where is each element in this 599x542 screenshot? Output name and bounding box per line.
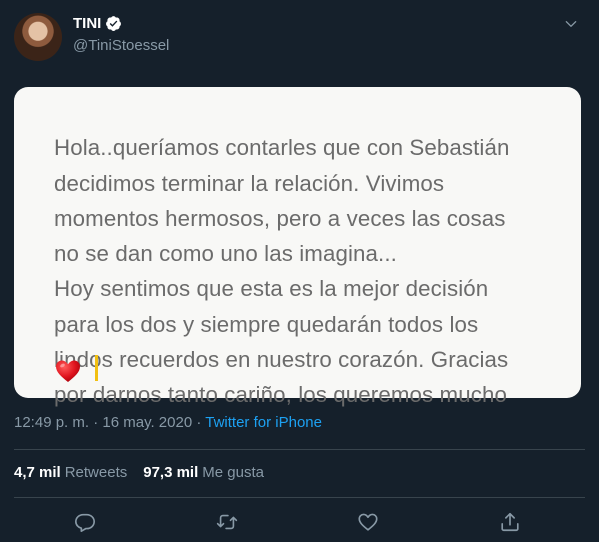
text-cursor: [95, 355, 98, 381]
verified-badge-icon: [106, 16, 122, 31]
divider: [14, 449, 585, 450]
like-icon[interactable]: [357, 511, 379, 533]
caret-down-icon[interactable]: [563, 16, 579, 32]
likes-stat[interactable]: 97,3 mil Me gusta: [143, 464, 264, 481]
avatar[interactable]: [14, 13, 62, 61]
likes-count: 97,3 mil: [143, 464, 199, 481]
divider: [14, 497, 585, 498]
image-text: Hola..queríamos contarles que con Sebast…: [54, 135, 510, 408]
retweets-count: 4,7 mil: [14, 464, 61, 481]
heart-emoji: [56, 360, 80, 382]
meta-separator: ·: [93, 414, 99, 431]
likes-label: Me gusta: [202, 464, 264, 481]
tweet-source[interactable]: Twitter for iPhone: [205, 414, 322, 431]
retweets-stat[interactable]: 4,7 mil Retweets: [14, 464, 127, 481]
retweets-label: Retweets: [64, 464, 128, 481]
author-name[interactable]: TINI: [73, 15, 101, 32]
tweet-time[interactable]: 12:49 p. m.: [14, 414, 89, 431]
tweet: TINI @TiniStoessel Hola..queríamos conta…: [0, 0, 599, 542]
tweet-meta: 12:49 p. m. · 16 may. 2020 · Twitter for…: [14, 414, 322, 431]
tweet-image[interactable]: Hola..queríamos contarles que con Sebast…: [14, 87, 581, 407]
tweet-date[interactable]: 16 may. 2020: [102, 414, 192, 431]
reply-icon[interactable]: [74, 511, 96, 533]
tweet-stats: 4,7 mil Retweets 97,3 mil Me gusta: [14, 464, 264, 481]
share-icon[interactable]: [499, 511, 521, 533]
retweet-icon[interactable]: [216, 511, 238, 533]
meta-separator: ·: [196, 414, 202, 431]
author-name-row[interactable]: TINI: [73, 15, 122, 32]
author-handle[interactable]: @TiniStoessel: [73, 37, 169, 54]
